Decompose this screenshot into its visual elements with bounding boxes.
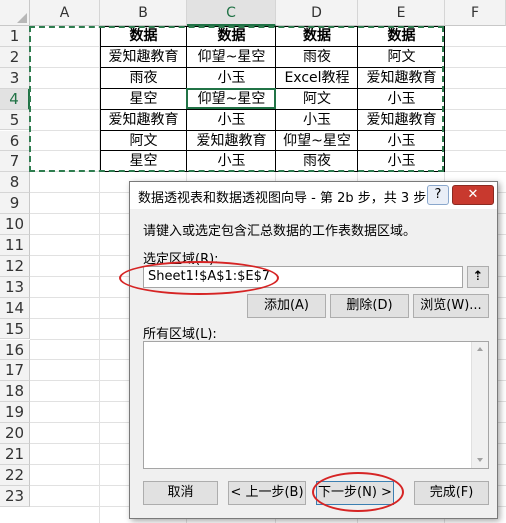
close-button[interactable]: ✕ (452, 185, 494, 205)
column-header-b[interactable]: B (100, 0, 187, 26)
row-header-13[interactable]: 13 (0, 276, 30, 298)
column-header-d[interactable]: D (276, 0, 358, 26)
row-header-8[interactable]: 8 (0, 172, 30, 194)
row-header-7[interactable]: 7 (0, 151, 30, 173)
row-header-20[interactable]: 20 (0, 423, 30, 444)
row-header-22[interactable]: 22 (0, 464, 30, 486)
scroll-down-icon[interactable] (477, 458, 483, 462)
dialog-title: 数据透视表和数据透视图向导 - 第 2b 步，共 3 步 (138, 191, 427, 206)
row-header-4[interactable]: 4 (0, 88, 30, 110)
column-header-f[interactable]: F (445, 0, 506, 26)
cancel-button[interactable]: 取消 (143, 481, 218, 505)
scroll-up-icon[interactable] (477, 347, 483, 351)
row-header-18[interactable]: 18 (0, 381, 30, 403)
table-border (444, 26, 445, 173)
all-ranges-listbox[interactable] (143, 341, 489, 469)
help-button[interactable]: ? (427, 185, 449, 205)
row-header-2[interactable]: 2 (0, 46, 30, 68)
collapse-arrow-icon: ⇡ (472, 269, 484, 284)
row-header-15[interactable]: 15 (0, 318, 30, 340)
finish-button[interactable]: 完成(F) (414, 481, 489, 505)
row-header-23[interactable]: 23 (0, 485, 30, 507)
browse-button[interactable]: 浏览(W)... (413, 294, 489, 318)
row-header-12[interactable]: 12 (0, 255, 30, 277)
row-header-21[interactable]: 21 (0, 444, 30, 465)
delete-button[interactable]: 删除(D) (330, 294, 409, 318)
row-header-16[interactable]: 16 (0, 339, 30, 361)
row-header-11[interactable]: 11 (0, 235, 30, 256)
active-cell-c4[interactable] (186, 88, 276, 109)
back-button[interactable]: < 上一步(B) (228, 481, 306, 505)
listbox-scrollbar[interactable] (471, 342, 488, 468)
row-header-6[interactable]: 6 (0, 130, 30, 152)
next-highlight-ellipse (312, 472, 404, 512)
column-header-c[interactable]: C (187, 0, 276, 26)
row-header-14[interactable]: 14 (0, 297, 30, 319)
row-header-1[interactable]: 1 (0, 26, 30, 47)
range-highlight-ellipse (119, 261, 279, 295)
row-header-5[interactable]: 5 (0, 109, 30, 131)
column-header-e[interactable]: E (358, 0, 445, 26)
row-header-19[interactable]: 19 (0, 402, 30, 424)
column-header-a[interactable]: A (30, 0, 100, 26)
row-header-17[interactable]: 17 (0, 360, 30, 382)
collapse-dialog-button[interactable]: ⇡ (467, 266, 489, 288)
instruction-text: 请键入或选定包含汇总数据的工作表数据区域。 (143, 224, 417, 239)
row-header-9[interactable]: 9 (0, 193, 30, 215)
select-all-corner[interactable] (0, 0, 30, 26)
dialog-titlebar[interactable]: 数据透视表和数据透视图向导 - 第 2b 步，共 3 步 ? ✕ (130, 182, 497, 209)
add-button[interactable]: 添加(A) (247, 294, 326, 318)
row-header-10[interactable]: 10 (0, 214, 30, 235)
row-header-3[interactable]: 3 (0, 67, 30, 89)
all-ranges-label: 所有区域(L): (143, 327, 217, 342)
pivot-wizard-dialog: 数据透视表和数据透视图向导 - 第 2b 步，共 3 步 ? ✕ 请键入或选定包… (119, 181, 498, 519)
